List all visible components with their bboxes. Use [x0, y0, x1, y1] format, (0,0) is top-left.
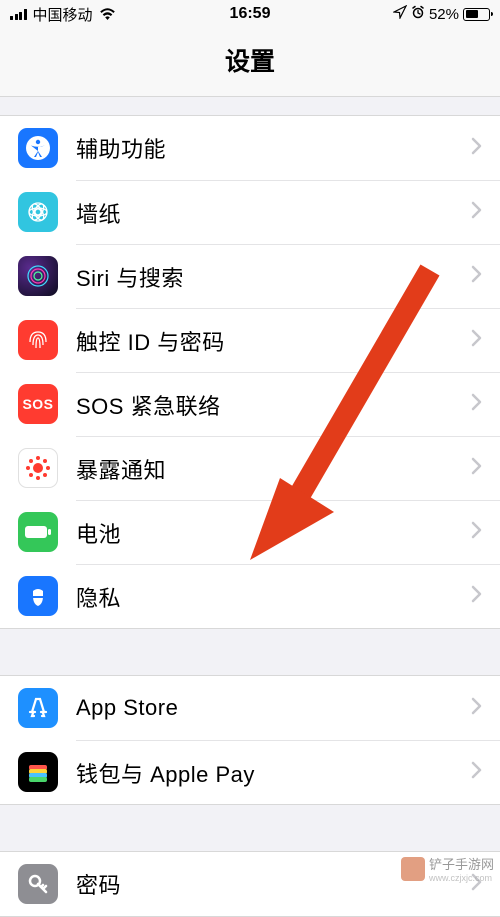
- siri-icon: [18, 256, 58, 296]
- wallpaper-icon: [18, 192, 58, 232]
- watermark-brand: 铲子手游网: [429, 857, 494, 872]
- wifi-icon: [99, 8, 116, 21]
- group-spacer: [0, 805, 500, 851]
- chevron-right-icon: [471, 761, 482, 784]
- status-left: 中国移动: [10, 4, 116, 25]
- row-appstore[interactable]: App Store: [0, 676, 500, 740]
- row-label: 电池: [76, 517, 471, 549]
- row-label: 钱包与 Apple Pay: [76, 757, 471, 789]
- watermark-url: www.czjxjc.com: [429, 874, 494, 883]
- row-privacy[interactable]: 隐私: [0, 564, 500, 628]
- row-wallpaper[interactable]: 墙纸: [0, 180, 500, 244]
- chevron-right-icon: [471, 329, 482, 352]
- group-spacer: [0, 629, 500, 675]
- row-siri[interactable]: Siri 与搜索: [0, 244, 500, 308]
- chevron-right-icon: [471, 393, 482, 416]
- row-sos[interactable]: SOS SOS 紧急联络: [0, 372, 500, 436]
- accessibility-icon: [18, 128, 58, 168]
- watermark-logo: [401, 857, 425, 881]
- battery-icon: [463, 8, 490, 21]
- row-accessibility[interactable]: 辅助功能: [0, 116, 500, 180]
- battery-percent: 52%: [429, 6, 459, 23]
- row-label: SOS 紧急联络: [76, 389, 471, 421]
- privacy-icon: [18, 576, 58, 616]
- chevron-right-icon: [471, 201, 482, 224]
- status-right: 52%: [393, 5, 490, 23]
- chevron-right-icon: [471, 265, 482, 288]
- location-icon: [393, 5, 407, 23]
- row-label: App Store: [76, 695, 471, 721]
- status-time: 16:59: [230, 5, 271, 23]
- row-label: 隐私: [76, 581, 471, 613]
- settings-group-1: 辅助功能 墙纸 Siri 与搜索 触控 ID 与密码 SOS SOS 紧急联络 …: [0, 115, 500, 629]
- row-label: 辅助功能: [76, 132, 471, 164]
- row-battery[interactable]: 电池: [0, 500, 500, 564]
- chevron-right-icon: [471, 585, 482, 608]
- watermark: 铲子手游网 www.czjxjc.com: [401, 854, 494, 883]
- status-bar: 中国移动 16:59 52%: [0, 0, 500, 28]
- chevron-right-icon: [471, 457, 482, 480]
- alarm-icon: [411, 5, 425, 23]
- row-label: 触控 ID 与密码: [76, 325, 471, 357]
- chevron-right-icon: [471, 521, 482, 544]
- row-touchid[interactable]: 触控 ID 与密码: [0, 308, 500, 372]
- touchid-icon: [18, 320, 58, 360]
- appstore-icon: [18, 688, 58, 728]
- row-exposure[interactable]: 暴露通知: [0, 436, 500, 500]
- battery-icon: [18, 512, 58, 552]
- settings-group-2: App Store 钱包与 Apple Pay: [0, 675, 500, 805]
- signal-icon: [10, 8, 27, 20]
- sos-icon: SOS: [18, 384, 58, 424]
- carrier-label: 中国移动: [33, 4, 93, 25]
- nav-header: 设置: [0, 28, 500, 97]
- group-spacer: [0, 97, 500, 115]
- row-label: Siri 与搜索: [76, 261, 471, 293]
- wallet-icon: [18, 752, 58, 792]
- row-label: 墙纸: [76, 197, 471, 229]
- page-title: 设置: [0, 42, 500, 78]
- exposure-icon: [18, 448, 58, 488]
- key-icon: [18, 864, 58, 904]
- row-label: 暴露通知: [76, 453, 471, 485]
- chevron-right-icon: [471, 137, 482, 160]
- chevron-right-icon: [471, 697, 482, 720]
- row-wallet[interactable]: 钱包与 Apple Pay: [0, 740, 500, 804]
